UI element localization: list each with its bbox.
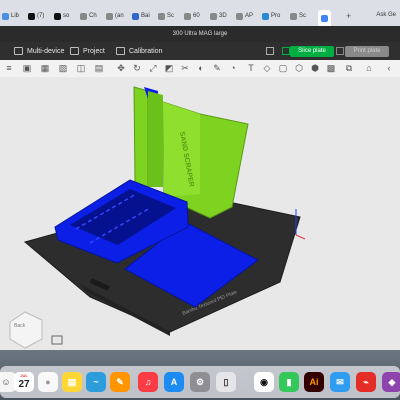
x-icon	[54, 12, 61, 20]
system-settings-icon[interactable]: ⚙	[190, 372, 210, 392]
freeform-icon[interactable]: ~	[86, 372, 106, 392]
tab-favicon-icon	[210, 12, 217, 20]
view-cube-label: Back	[14, 323, 26, 329]
3d-viewport[interactable]: Bambu Textured PEI Plate SAND SCRAPER Ba…	[0, 77, 400, 350]
x-axis	[295, 234, 306, 240]
assembly-icon[interactable]: ▢	[278, 63, 288, 73]
view-front-icon[interactable]: ▩	[326, 63, 336, 73]
green-slim-part[interactable]	[133, 86, 149, 188]
green-slim-side	[148, 91, 163, 187]
cut-icon[interactable]: ✂	[180, 63, 190, 73]
browser-tab[interactable]: (an	[106, 8, 124, 24]
tab-favicon-icon	[262, 12, 269, 20]
music-icon[interactable]: ♫	[138, 372, 158, 392]
tab-favicon-icon	[184, 12, 191, 20]
menu-icon[interactable]: ≡	[4, 63, 14, 73]
tab-favicon-icon	[132, 12, 139, 20]
device-icon	[14, 47, 23, 55]
tab-favicon-icon	[236, 12, 243, 20]
camera-icon[interactable]	[51, 335, 63, 345]
grid-icon[interactable]: ▤	[94, 63, 104, 73]
add-plate-icon[interactable]: ▦	[40, 63, 50, 73]
project-icon	[70, 47, 79, 55]
messages-icon[interactable]: ✉	[330, 372, 350, 392]
browser-tab[interactable]: Lib	[2, 8, 19, 24]
scene-canvas: Bambu Textured PEI Plate SAND SCRAPER Ba…	[9, 86, 306, 349]
print-options-icon[interactable]	[336, 47, 344, 55]
browser-tab[interactable]: Bai	[132, 8, 150, 24]
calibration-tab[interactable]: Calibration	[116, 47, 162, 55]
bambu-studio-icon[interactable]: ◉	[254, 372, 274, 392]
rotate-icon[interactable]: ↻	[132, 63, 142, 73]
x-icon	[28, 12, 35, 20]
browser-tab[interactable]: Pro	[262, 8, 280, 24]
calendar-month: JUL	[20, 373, 28, 378]
calibration-icon	[116, 47, 125, 55]
add-object-icon[interactable]: ▣	[22, 63, 32, 73]
view-top-icon[interactable]: ⬢	[310, 63, 320, 73]
tab-favicon-icon	[80, 12, 87, 20]
project-tab[interactable]: Project	[70, 47, 105, 55]
calendar-day: 27	[18, 378, 30, 390]
settings-icon[interactable]	[266, 47, 274, 55]
acrobat-icon[interactable]: ⌁	[356, 372, 376, 392]
browser-tab[interactable]: Sc	[290, 8, 306, 24]
tab-favicon-icon	[2, 12, 9, 20]
collapse-icon[interactable]: ‹	[384, 63, 394, 73]
layers-icon[interactable]: ⧉	[344, 63, 354, 73]
measure-icon[interactable]: ◇	[262, 63, 272, 73]
print-plate-button[interactable]: Print plate	[345, 46, 389, 57]
browser-tab[interactable]: Ch	[80, 8, 97, 24]
slice-options-icon[interactable]	[282, 47, 290, 55]
browser-tab[interactable]: 60	[184, 8, 200, 24]
new-tab-button[interactable]: +	[346, 11, 351, 21]
arrange-icon[interactable]: ▧	[58, 63, 68, 73]
boolean-icon[interactable]: ◐	[196, 63, 206, 73]
move-icon[interactable]: ✥	[116, 63, 126, 73]
preview-icon[interactable]: ▯	[216, 372, 236, 392]
tab-favicon-icon	[290, 12, 297, 20]
notes-icon[interactable]: ▤	[62, 372, 82, 392]
numbers-icon[interactable]: ▮	[279, 372, 299, 392]
browser-tab[interactable]: (7)	[28, 8, 44, 24]
editor-toolbar: ≡ ▣ ▦ ▧ ◫ ▤ ✥ ↻ ⤢ ◩ ✂ ◐ ✎ ◔ T ◇ ▢ ⬡ ⬢ ▩ …	[0, 60, 400, 78]
orient-icon[interactable]: ◫	[76, 63, 86, 73]
explode-icon[interactable]: ⌂	[364, 63, 374, 73]
browser-tab-strip: Lib (7) so Ch (an Bai Sc 60 3D AP Pro Sc…	[0, 0, 400, 26]
browser-tab[interactable]: so	[54, 8, 69, 24]
browser-tab[interactable]: Sc	[158, 8, 174, 24]
pages-icon[interactable]: ✎	[110, 372, 130, 392]
calendar-icon[interactable]: JUL 27	[14, 372, 34, 392]
view-icon[interactable]: ⬡	[294, 63, 304, 73]
view-cube[interactable]	[9, 311, 43, 349]
illustrator-icon[interactable]: Ai	[304, 372, 324, 392]
browser-tab-active[interactable]	[318, 10, 331, 26]
app-store-icon[interactable]: A	[164, 372, 184, 392]
browser-tab-ask[interactable]: Ask Ge	[376, 12, 396, 18]
lay-on-face-icon[interactable]: ◩	[164, 63, 174, 73]
seam-paint-icon[interactable]: ◔	[228, 63, 238, 73]
contacts-icon[interactable]: ●	[38, 372, 58, 392]
support-paint-icon[interactable]: ✎	[212, 63, 222, 73]
google-icon	[321, 14, 328, 22]
tab-favicon-icon	[106, 12, 113, 20]
browser-tab[interactable]: 3D	[210, 8, 227, 24]
slice-plate-button[interactable]: Slice plate	[290, 46, 334, 57]
browser-tab[interactable]: AP	[236, 8, 253, 24]
text-icon[interactable]: T	[246, 63, 256, 73]
tab-favicon-icon	[158, 12, 165, 20]
scale-icon[interactable]: ⤢	[148, 63, 158, 73]
multi-device-tab[interactable]: Multi-device	[14, 47, 64, 55]
app-title: 300 Ultra MAG large	[0, 26, 400, 42]
app-icon[interactable]: ◆	[382, 372, 400, 392]
